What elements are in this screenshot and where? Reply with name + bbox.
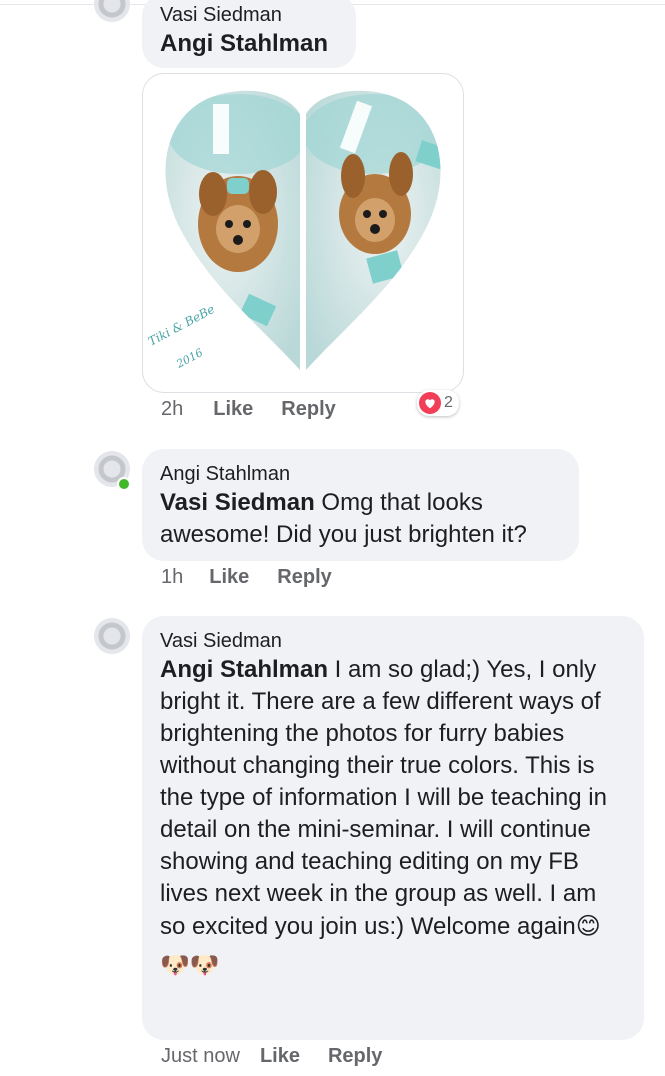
dog-heart-photo: Tiki & BeBe 2016 bbox=[146, 90, 441, 372]
avatar-placeholder-icon bbox=[94, 0, 130, 22]
puppy-emoji-line: 🐶🐶 bbox=[160, 951, 220, 979]
comment-timestamp: 2h bbox=[161, 398, 184, 420]
comment-author[interactable]: Angi Stahlman bbox=[160, 461, 561, 487]
photo-caption-line2: 2016 bbox=[173, 346, 205, 371]
online-status-icon bbox=[117, 477, 131, 491]
comment-mention[interactable]: Angi Stahlman bbox=[160, 656, 328, 683]
reaction-count-badge[interactable]: 2 bbox=[417, 390, 459, 416]
comment-actions: 1h Like Reply bbox=[161, 566, 360, 589]
comment-actions: 2h Like Reply bbox=[161, 398, 364, 421]
avatar[interactable] bbox=[94, 0, 130, 22]
like-button[interactable]: Like bbox=[260, 1045, 300, 1068]
comment-actions: Just now Like Reply bbox=[161, 1045, 410, 1068]
reply-button[interactable]: Reply bbox=[277, 566, 331, 589]
smiling-face-emoji: 😊 bbox=[575, 912, 601, 940]
photo-caption-line1: Tiki & BeBe bbox=[146, 302, 217, 349]
like-button[interactable]: Like bbox=[209, 566, 249, 589]
comment-timestamp: 1h bbox=[161, 566, 184, 588]
svg-text:Tiki & BeBe: Tiki & BeBe bbox=[146, 302, 217, 349]
comment-mention[interactable]: Angi Stahlman bbox=[160, 30, 328, 57]
reply-button[interactable]: Reply bbox=[328, 1045, 382, 1068]
like-button[interactable]: Like bbox=[213, 398, 253, 421]
reply-button[interactable]: Reply bbox=[281, 398, 335, 421]
comment-author[interactable]: Vasi Siedman bbox=[160, 628, 626, 654]
comment-bubble[interactable]: Vasi Siedman Angi Stahlman bbox=[142, 0, 356, 68]
comment-mention[interactable]: Vasi Siedman bbox=[160, 489, 315, 516]
comment-bubble[interactable]: Angi Stahlman Vasi Siedman Omg that look… bbox=[142, 449, 579, 561]
love-reaction-icon bbox=[419, 392, 441, 414]
comment-author[interactable]: Vasi Siedman bbox=[160, 2, 338, 28]
avatar-placeholder-icon bbox=[94, 618, 130, 654]
comment-text: I am so glad;) Yes, I only bright it. Th… bbox=[160, 656, 607, 940]
comment-bubble[interactable]: Vasi Siedman Angi Stahlman I am so glad;… bbox=[142, 616, 644, 1040]
comment-timestamp: Just now bbox=[161, 1045, 240, 1067]
avatar[interactable] bbox=[94, 618, 130, 654]
reaction-count: 2 bbox=[444, 394, 453, 411]
svg-text:2016: 2016 bbox=[173, 346, 205, 371]
comment-photo[interactable]: Tiki & BeBe 2016 bbox=[142, 73, 464, 393]
